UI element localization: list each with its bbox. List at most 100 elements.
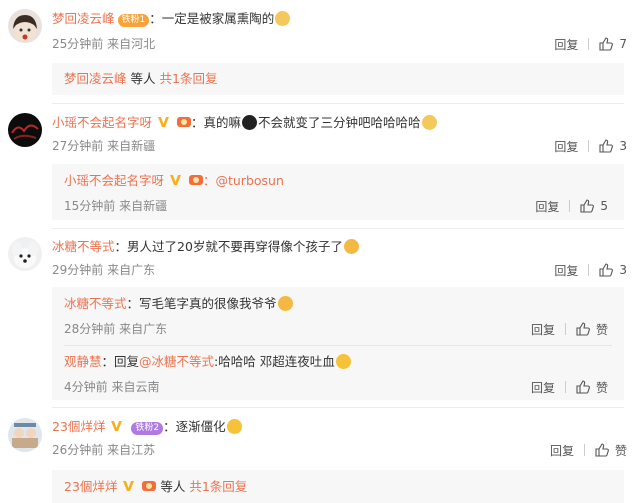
laugh-emoji-icon — [226, 419, 242, 434]
like-button[interactable]: 5 — [580, 199, 608, 213]
reply-button[interactable]: 回复 — [554, 138, 578, 155]
comment-user-name[interactable]: 梦回凌云峰 — [52, 11, 115, 26]
crying-emoji-icon — [277, 296, 293, 311]
divider — [569, 200, 571, 212]
fan-badge: 铁粉1 — [117, 14, 150, 27]
reply-button[interactable]: 回复 — [550, 442, 574, 459]
comment-time: 27分钟前 — [52, 139, 104, 153]
comment-location: 来自河北 — [107, 37, 156, 51]
thumb-up-icon — [599, 139, 614, 153]
vip-icon — [111, 421, 123, 431]
divider — [564, 323, 566, 335]
like-button[interactable]: 7 — [599, 37, 627, 51]
comment-user-name[interactable]: 小瑶不会起名字呀 — [52, 115, 152, 130]
reply-button[interactable]: 回复 — [554, 36, 578, 53]
reply-location: 来自广东 — [119, 322, 168, 336]
like-button[interactable]: 赞 — [576, 321, 608, 338]
reply-user-name[interactable]: 观静慧 — [64, 354, 102, 369]
reply-time: 28分钟前 — [64, 322, 116, 336]
reply-time: 4分钟前 — [64, 380, 108, 394]
crying-emoji-icon — [343, 239, 359, 254]
cat-emoji-icon — [421, 115, 437, 130]
comment-time: 25分钟前 — [52, 37, 104, 51]
avatar[interactable] — [8, 418, 42, 452]
like-button[interactable]: 赞 — [576, 379, 608, 396]
avatar[interactable] — [8, 237, 42, 271]
avatar[interactable] — [8, 9, 42, 43]
reply-box: 小瑶不会起名字呀 ：@turbosun 15分钟前 来自新疆 回复 5 — [52, 164, 624, 220]
avatar[interactable] — [8, 113, 42, 147]
like-count: 3 — [619, 139, 627, 153]
reply-summary-link[interactable]: 共1条回复 — [189, 479, 247, 494]
divider — [52, 103, 624, 104]
thumb-up-icon — [599, 263, 614, 277]
comment-time: 29分钟前 — [52, 263, 104, 277]
cat-emoji-icon — [275, 11, 291, 26]
like-button[interactable]: 3 — [599, 263, 627, 277]
mention-link[interactable]: @冰糖不等式 — [139, 354, 214, 369]
reply-text: ：回复 — [101, 354, 140, 369]
reply-button[interactable]: 回复 — [531, 321, 555, 338]
reply-button[interactable]: 回复 — [531, 379, 555, 396]
like-button[interactable]: 3 — [599, 139, 627, 153]
fan-icon — [142, 481, 157, 491]
reply-summary-user[interactable]: 梦回凌云峰 — [64, 71, 127, 86]
vip-icon — [170, 175, 181, 185]
divider — [588, 38, 590, 50]
reply-text: ：写毛笔字真的很像我爷爷 — [126, 296, 277, 311]
divider — [588, 264, 590, 276]
like-count: 3 — [619, 263, 627, 277]
fan-icon — [176, 117, 191, 127]
like-button[interactable]: 赞 — [595, 442, 627, 459]
thumb-up-icon — [599, 37, 614, 51]
reply-box: 冰糖不等式：写毛笔字真的很像我爷爷 28分钟前 来自广东 回复 赞 观静慧：回复… — [52, 287, 624, 400]
reply-summary-text: 等人 — [160, 479, 186, 494]
reply-summary-box[interactable]: 23個烊烊 等人 共1条回复 — [52, 470, 624, 503]
divider — [52, 407, 624, 408]
comment-user-name[interactable]: 冰糖不等式 — [52, 239, 115, 254]
thumb-up-icon — [576, 322, 590, 336]
reply-summary-user[interactable]: 23個烊烊 — [64, 479, 117, 494]
reply-summary-box[interactable]: 梦回凌云峰 等人 共1条回复 — [52, 63, 624, 95]
comment-time: 26分钟前 — [52, 443, 104, 457]
divider — [588, 140, 590, 152]
reply-button[interactable]: 回复 — [554, 262, 578, 279]
reply-text-b: :哈哈哈 邓超连夜吐血 — [214, 354, 335, 369]
reply-location: 来自新疆 — [119, 199, 168, 213]
comment-location: 来自新疆 — [107, 139, 156, 153]
fan-icon — [188, 175, 203, 185]
reply-summary-link[interactable]: 共1条回复 — [160, 71, 218, 86]
reply-user-name[interactable]: 小瑶不会起名字呀 — [64, 173, 164, 188]
comment-text: ：逐渐僵化 — [163, 419, 226, 434]
reply-text[interactable]: ：@turbosun — [203, 173, 284, 188]
divider — [64, 345, 612, 346]
laugh-emoji-icon — [335, 354, 351, 369]
like-count: 赞 — [595, 322, 608, 337]
reply-time: 15分钟前 — [64, 199, 116, 213]
divider — [52, 228, 624, 229]
comment-text: ：一定是被家属熏陶的 — [149, 11, 275, 26]
reply-location: 来自云南 — [111, 380, 160, 394]
fan-badge: 铁粉2 — [131, 422, 164, 435]
thumb-up-icon — [595, 443, 609, 457]
black-face-emoji-icon — [242, 115, 257, 130]
reply-summary-text: 等人 — [130, 71, 156, 86]
vip-icon — [158, 117, 169, 127]
like-count: 赞 — [595, 380, 608, 395]
comment-user-name[interactable]: 23個烊烊 — [52, 419, 105, 434]
reply-button[interactable]: 回复 — [535, 198, 559, 215]
divider — [564, 381, 566, 393]
comment-location: 来自广东 — [107, 263, 156, 277]
thumb-up-icon — [576, 380, 590, 394]
divider — [583, 444, 585, 456]
like-count: 赞 — [614, 443, 627, 458]
comment-text: ：真的嘛 — [190, 115, 241, 130]
vip-icon — [123, 481, 135, 491]
reply-user-name[interactable]: 冰糖不等式 — [64, 296, 127, 311]
comment-text-suffix: 不会就变了三分钟吧哈哈哈哈 — [258, 115, 421, 130]
like-count: 7 — [619, 37, 627, 51]
comment-location: 来自江苏 — [107, 443, 156, 457]
thumb-up-icon — [580, 199, 595, 213]
like-count: 5 — [600, 199, 608, 213]
comment-text: ：男人过了20岁就不要再穿得像个孩子了 — [114, 239, 343, 254]
